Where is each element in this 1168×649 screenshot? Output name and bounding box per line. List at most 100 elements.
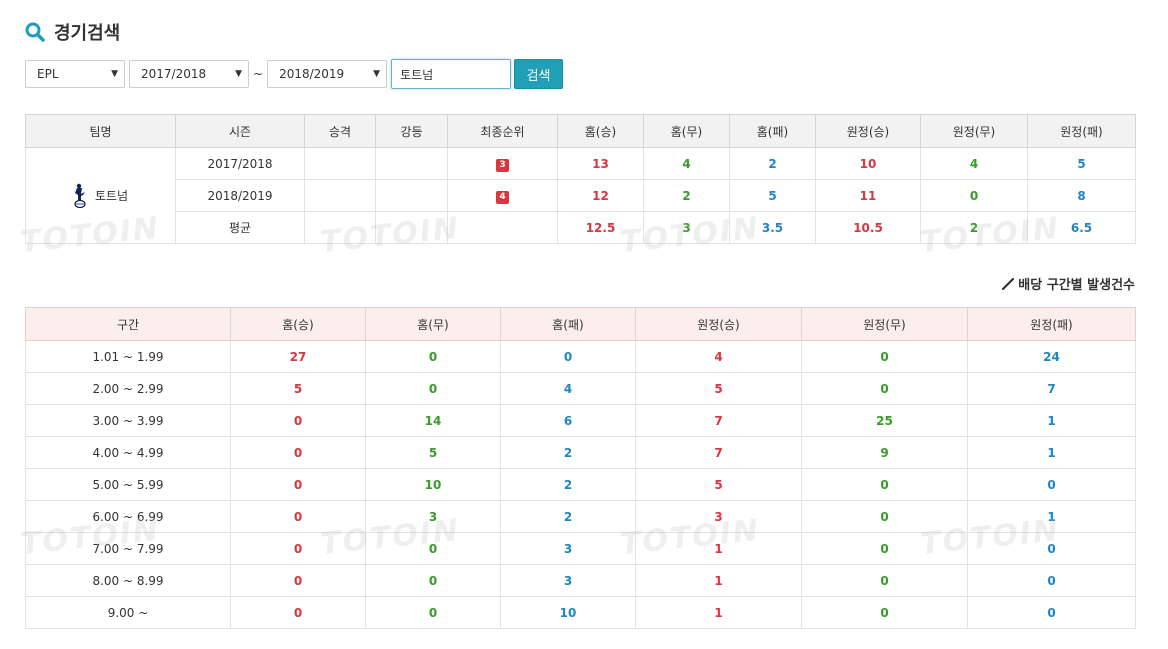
away-draw-cell: 0	[801, 500, 968, 533]
away-win-cell: 4	[635, 340, 802, 373]
column-header: 최종순위	[447, 114, 558, 148]
league-select[interactable]: EPL ▼	[25, 60, 125, 88]
home-win-cell: 0	[230, 468, 366, 501]
magic-wand-icon	[1002, 277, 1015, 290]
table-row: 8.00 ~ 8.99 0 0 3 1 0 0	[25, 564, 1136, 597]
dropdown-arrow-icon: ▼	[373, 69, 381, 79]
home-win-cell: 0	[230, 532, 366, 565]
home-win-cell: 0	[230, 500, 366, 533]
away-win-cell: 1	[635, 532, 802, 565]
table-header-row: 팀명 시즌 승격 강등 최종순위 홈(승) 홈(무) 홈(패) 원정(승) 원정…	[25, 114, 1136, 148]
home-win-cell: 27	[230, 340, 366, 373]
table-row: 7.00 ~ 7.99 0 0 3 1 0 0	[25, 532, 1136, 565]
table-row: 토트넘 2017/2018 3 13 4 2 10 4 5	[25, 147, 1136, 244]
odds-range-cell: 7.00 ~ 7.99	[25, 532, 231, 565]
home-win-cell: 0	[230, 596, 366, 629]
away-draw-cell: 0	[801, 340, 968, 373]
season-to-select[interactable]: 2018/2019 ▼	[267, 60, 388, 88]
search-filters: EPL ▼ 2017/2018 ▼ ~ 2018/2019 ▼ 검색	[25, 59, 564, 89]
team-name: 토트넘	[94, 189, 129, 203]
promotion-cell	[304, 211, 376, 244]
season-from-select[interactable]: 2017/2018 ▼	[129, 60, 249, 88]
away-win-cell: 11	[815, 179, 921, 212]
home-win-cell: 12.5	[557, 211, 644, 244]
column-header: 원정(패)	[1027, 114, 1136, 148]
promotion-cell	[304, 147, 376, 180]
home-draw-cell: 0	[365, 532, 501, 565]
away-loss-cell: 1	[967, 404, 1136, 437]
column-header: 팀명	[25, 114, 176, 148]
final-rank-cell	[447, 211, 558, 244]
away-draw-cell: 0	[801, 532, 968, 565]
away-loss-cell: 5	[1027, 147, 1136, 180]
dropdown-arrow-icon: ▼	[111, 69, 118, 79]
team-search-input[interactable]	[391, 59, 512, 89]
away-draw-cell: 4	[920, 147, 1028, 180]
table-row: 2018/2019 4 12 2 5 11 0 8	[26, 179, 1136, 212]
home-loss-cell: 3	[500, 564, 636, 597]
relegation-cell	[375, 147, 448, 180]
rank-badge: 3	[496, 158, 509, 172]
table-row: 3.00 ~ 3.99 0 14 6 7 25 1	[25, 404, 1136, 437]
away-draw-cell: 0	[801, 468, 968, 501]
column-header: 홈(무)	[365, 307, 501, 341]
away-win-cell: 1	[635, 564, 802, 597]
home-loss-cell: 4	[500, 372, 636, 405]
away-loss-cell: 8	[1027, 179, 1136, 212]
team-summary-table: 팀명 시즌 승격 강등 최종순위 홈(승) 홈(무) 홈(패) 원정(승) 원정…	[25, 114, 1136, 244]
away-loss-cell: 6.5	[1027, 211, 1136, 244]
home-win-cell: 5	[230, 372, 366, 405]
relegation-cell	[375, 211, 448, 244]
home-win-cell: 12	[557, 179, 644, 212]
home-win-cell: 13	[557, 147, 644, 180]
table-row: 5.00 ~ 5.99 0 10 2 5 0 0	[25, 468, 1136, 501]
away-loss-cell: 0	[967, 468, 1136, 501]
away-loss-cell: 7	[967, 372, 1136, 405]
odds-range-cell: 8.00 ~ 8.99	[25, 564, 231, 597]
search-icon	[25, 22, 45, 42]
table-row: 평균 12.5 3 3.5 10.5 2 6.5	[26, 211, 1136, 244]
column-header: 시즌	[175, 114, 305, 148]
away-loss-cell: 0	[967, 564, 1136, 597]
team-cell: 토트넘	[25, 147, 176, 244]
team-logo-icon	[74, 183, 86, 208]
column-header: 원정(승)	[635, 307, 802, 341]
odds-range-cell: 5.00 ~ 5.99	[25, 468, 231, 501]
away-win-cell: 7	[635, 436, 802, 469]
column-header: 홈(무)	[643, 114, 730, 148]
final-rank-cell: 4	[447, 179, 558, 212]
away-loss-cell: 1	[967, 500, 1136, 533]
home-win-cell: 0	[230, 436, 366, 469]
home-loss-cell: 3.5	[729, 211, 816, 244]
away-win-cell: 1	[635, 596, 802, 629]
home-draw-cell: 10	[365, 468, 501, 501]
away-draw-cell: 0	[801, 564, 968, 597]
home-loss-cell: 2	[500, 468, 636, 501]
column-header: 승격	[304, 114, 376, 148]
home-draw-cell: 0	[365, 340, 501, 373]
odds-section-title: 배당 구간별 발생건수	[1001, 274, 1135, 293]
home-draw-cell: 3	[365, 500, 501, 533]
rank-badge: 4	[496, 190, 509, 204]
away-draw-cell: 25	[801, 404, 968, 437]
column-header: 원정(무)	[801, 307, 968, 341]
away-win-cell: 10.5	[815, 211, 921, 244]
home-draw-cell: 2	[643, 179, 730, 212]
search-button[interactable]: 검색	[514, 59, 564, 89]
home-win-cell: 0	[230, 404, 366, 437]
away-draw-cell: 2	[920, 211, 1028, 244]
column-header: 강등	[375, 114, 448, 148]
home-draw-cell: 3	[643, 211, 730, 244]
table-row: 4.00 ~ 4.99 0 5 2 7 9 1	[25, 436, 1136, 469]
odds-range-table: 구간 홈(승) 홈(무) 홈(패) 원정(승) 원정(무) 원정(패) 1.01…	[25, 307, 1136, 629]
table-row: 9.00 ~0 0 10 1 0 0	[25, 596, 1136, 629]
final-rank-cell: 3	[447, 147, 558, 180]
odds-range-cell: 3.00 ~ 3.99	[25, 404, 231, 437]
column-header: 홈(승)	[230, 307, 366, 341]
home-loss-cell: 10	[500, 596, 636, 629]
home-win-cell: 0	[230, 564, 366, 597]
home-draw-cell: 0	[365, 596, 501, 629]
away-win-cell: 5	[635, 372, 802, 405]
home-loss-cell: 2	[500, 500, 636, 533]
away-loss-cell: 0	[967, 596, 1136, 629]
